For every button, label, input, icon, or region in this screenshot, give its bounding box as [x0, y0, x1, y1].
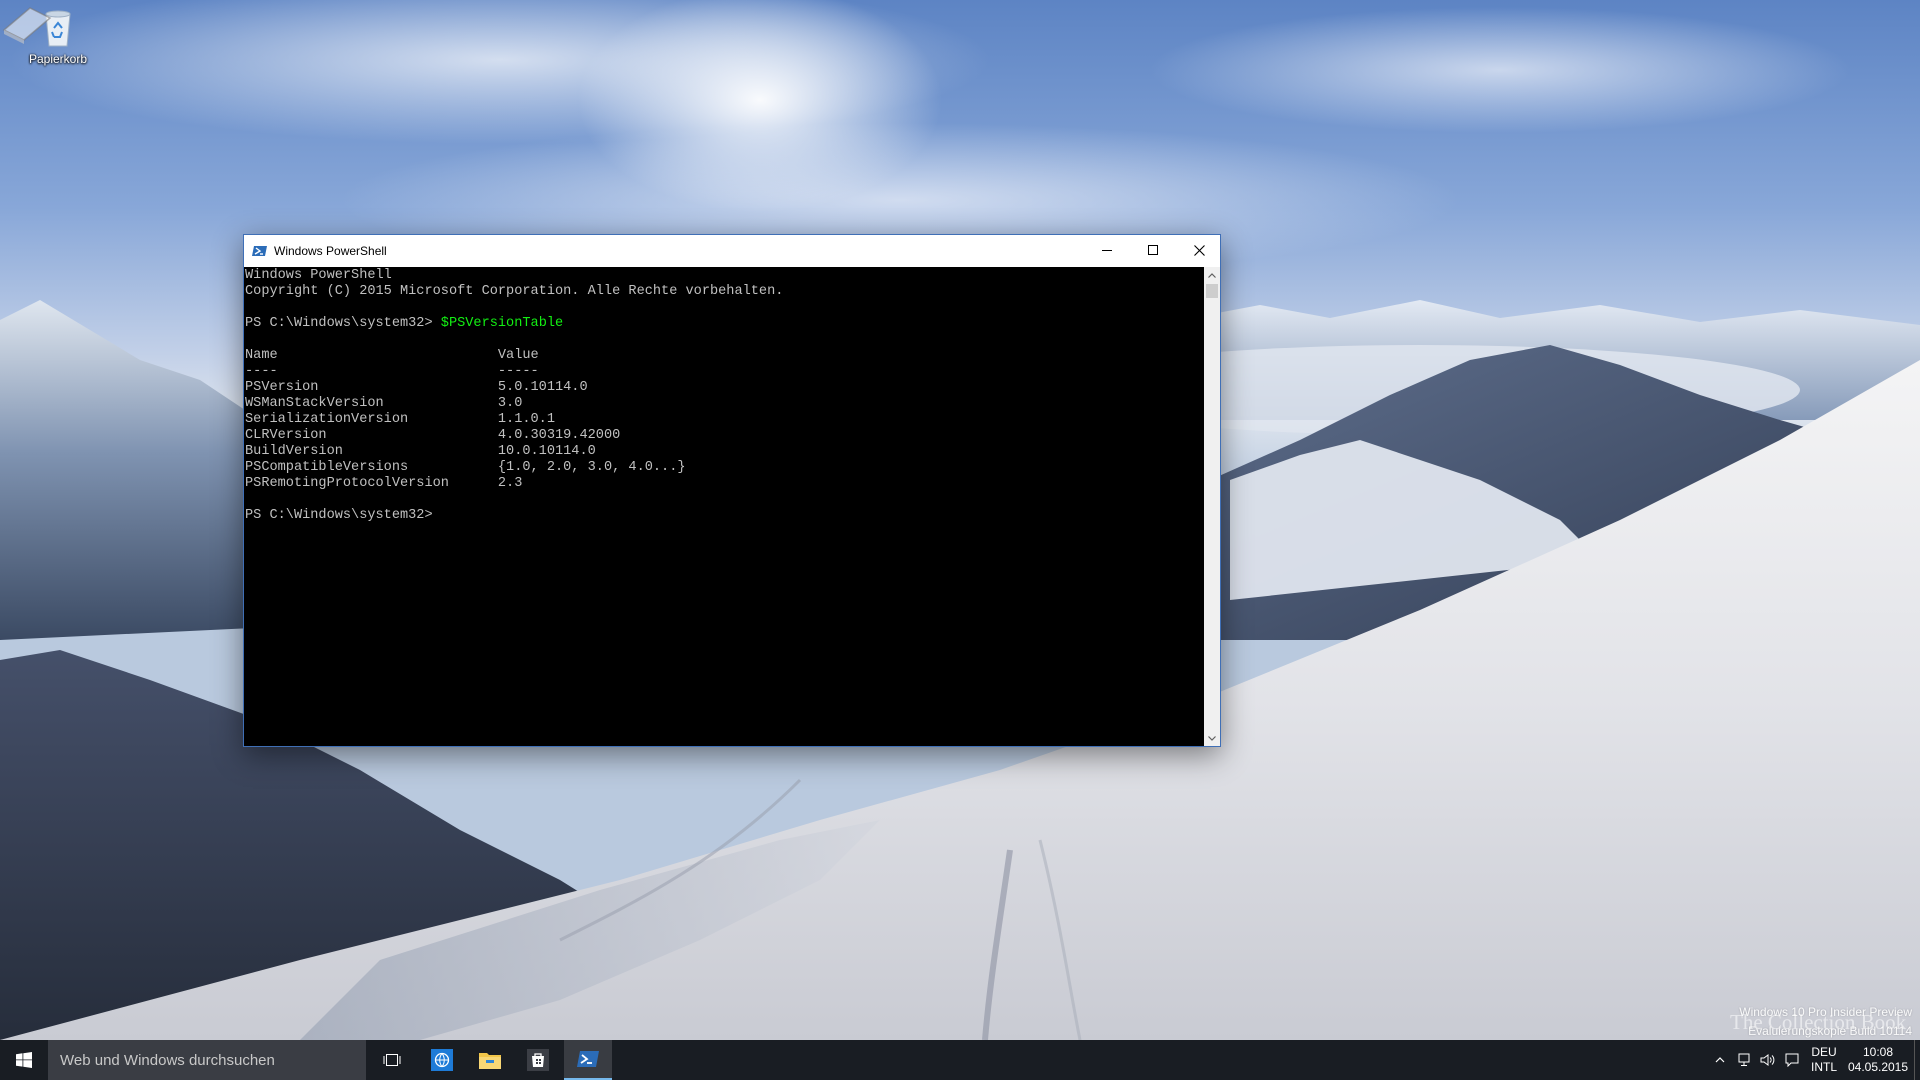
minimize-button[interactable]: [1084, 235, 1130, 265]
table-row: PSRemotingProtocolVersion 2.3: [245, 476, 522, 491]
taskbar: Web und Windows durchsuchen DEU INTL 10:…: [0, 1040, 1920, 1080]
watermark-brand: The Collection Book: [1730, 1010, 1907, 1034]
search-placeholder: Web und Windows durchsuchen: [60, 1052, 275, 1069]
version-table: PSVersion 5.0.10114.0 WSManStackVersion …: [245, 380, 686, 491]
row-name: PSRemotingProtocolVersion: [245, 476, 498, 491]
row-value: 1.1.0.1: [497, 412, 555, 427]
row-name: PSCompatibleVersions: [245, 460, 498, 475]
store-icon: [527, 1049, 549, 1071]
scroll-up-button[interactable]: [1204, 267, 1220, 283]
table-row: BuildVersion 10.0.10114.0: [245, 444, 596, 459]
input-language-button[interactable]: DEU INTL: [1806, 1045, 1842, 1075]
console-prompt: PS C:\Windows\system32>: [245, 316, 441, 331]
scroll-thumb[interactable]: [1206, 284, 1218, 298]
start-button[interactable]: [0, 1040, 48, 1080]
browser-button[interactable]: [418, 1040, 466, 1080]
maximize-icon: [1148, 245, 1158, 255]
powershell-icon: [252, 246, 267, 256]
language-label: DEU: [1811, 1045, 1837, 1059]
chevron-up-icon: [1715, 1057, 1725, 1063]
action-center-button[interactable]: [1780, 1040, 1804, 1080]
volume-icon: [1760, 1054, 1775, 1066]
maximize-button[interactable]: [1130, 235, 1176, 265]
row-name: WSManStackVersion: [245, 396, 498, 411]
task-view-button[interactable]: [368, 1040, 416, 1080]
row-value: 2.3: [497, 476, 523, 491]
row-name: CLRVersion: [245, 428, 498, 443]
chevron-up-icon: [1208, 272, 1216, 278]
row-value: {1.0, 2.0, 3.0, 4.0...}: [497, 460, 686, 475]
clock-time: 10:08: [1862, 1045, 1894, 1059]
windows-logo-icon: [16, 1052, 32, 1068]
volume-button[interactable]: [1756, 1040, 1780, 1080]
window-title: Windows PowerShell: [274, 244, 387, 258]
console-command: $PSVersionTable: [440, 316, 564, 331]
action-center-icon: [1785, 1053, 1799, 1067]
task-view-icon: [383, 1054, 401, 1066]
show-hidden-icons-button[interactable]: [1708, 1040, 1732, 1080]
powershell-icon: [577, 1051, 599, 1067]
file-explorer-icon: [479, 1053, 501, 1069]
row-name: SerializationVersion: [245, 412, 498, 427]
browser-icon: [431, 1049, 453, 1071]
console-line: Windows PowerShell: [245, 268, 392, 283]
book-logo-icon: [2, 7, 52, 44]
table-row: CLRVersion 4.0.30319.42000: [245, 428, 620, 443]
network-button[interactable]: [1732, 1040, 1756, 1080]
file-explorer-button[interactable]: [466, 1040, 514, 1080]
keyboard-layout-label: INTL: [1810, 1060, 1837, 1074]
table-row: WSManStackVersion 3.0: [245, 396, 522, 411]
powershell-window[interactable]: Windows PowerShell Windows PowerShell Co…: [243, 234, 1221, 747]
vertical-scrollbar[interactable]: [1204, 267, 1220, 746]
row-value: 5.0.10114.0: [497, 380, 588, 395]
row-name: BuildVersion: [245, 444, 498, 459]
table-row: PSCompatibleVersions {1.0, 2.0, 3.0, 4.0…: [245, 460, 686, 475]
close-icon: [1193, 244, 1205, 256]
clock-date: 04.05.2015: [1847, 1060, 1909, 1074]
minimize-icon: [1102, 250, 1112, 251]
chevron-down-icon: [1208, 735, 1216, 741]
search-input[interactable]: Web und Windows durchsuchen: [48, 1040, 366, 1080]
clock[interactable]: 10:08 04.05.2015: [1846, 1045, 1910, 1075]
store-button[interactable]: [514, 1040, 562, 1080]
table-row: SerializationVersion 1.1.0.1: [245, 412, 555, 427]
desktop-icon-label: Papierkorb: [28, 52, 88, 66]
close-button[interactable]: [1176, 235, 1222, 265]
table-header: Name Value: [245, 348, 539, 363]
row-name: PSVersion: [245, 380, 498, 395]
title-bar[interactable]: Windows PowerShell: [244, 235, 1220, 267]
row-value: 4.0.30319.42000: [497, 428, 621, 443]
console-output[interactable]: Windows PowerShell Copyright (C) 2015 Mi…: [244, 267, 1204, 746]
powershell-taskbar-button[interactable]: [564, 1040, 612, 1080]
network-icon: [1738, 1053, 1750, 1066]
table-row: PSVersion 5.0.10114.0: [245, 380, 588, 395]
scroll-down-button[interactable]: [1204, 730, 1220, 746]
table-rule: ---- -----: [245, 364, 539, 379]
row-value: 10.0.10114.0: [497, 444, 596, 459]
console-line: Copyright (C) 2015 Microsoft Corporation…: [245, 284, 784, 299]
show-desktop-button[interactable]: [1914, 1040, 1920, 1080]
console-prompt: PS C:\Windows\system32>: [245, 508, 441, 523]
row-value: 3.0: [497, 396, 523, 411]
